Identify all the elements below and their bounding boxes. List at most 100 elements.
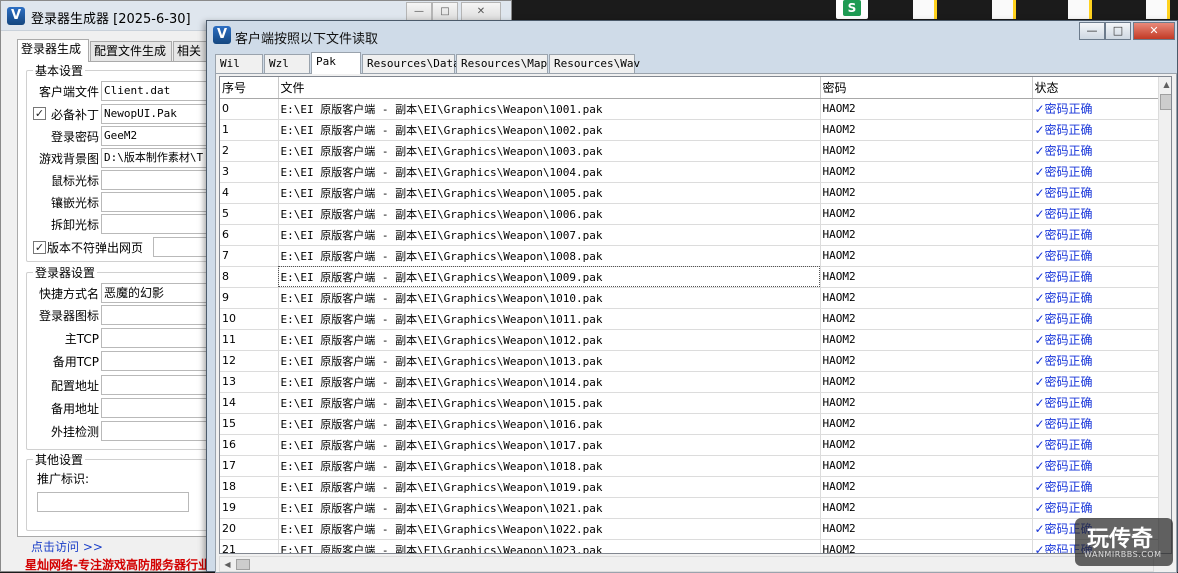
row-password-cell[interactable]: HAOM2 xyxy=(820,245,1033,267)
row-password-cell[interactable]: HAOM2 xyxy=(820,203,1033,225)
row-index-cell[interactable]: 9 xyxy=(220,287,279,309)
row-index-cell[interactable]: 16 xyxy=(220,434,279,456)
row-password-cell[interactable]: HAOM2 xyxy=(820,539,1033,553)
promo-tag-field[interactable] xyxy=(37,492,189,512)
row-password-cell[interactable]: HAOM2 xyxy=(820,455,1033,477)
table-row[interactable]: 1 E:\EI 原版客户端 - 副本\EI\Graphics\Weapon\100… xyxy=(220,119,1159,141)
table-row[interactable]: 8 E:\EI 原版客户端 - 副本\EI\Graphics\Weapon\100… xyxy=(220,266,1159,288)
row-password-cell[interactable]: HAOM2 xyxy=(820,287,1033,309)
row-index-cell[interactable]: 4 xyxy=(220,182,279,204)
row-index-cell[interactable]: 14 xyxy=(220,392,279,414)
tab-resources-wav[interactable]: Resources\Wav xyxy=(549,54,640,73)
scroll-left-arrow-icon[interactable]: ◀ xyxy=(220,557,235,572)
row-password-cell[interactable]: HAOM2 xyxy=(820,98,1033,120)
ad-banner-text[interactable]: 星灿网络-专注游戏高防服务器行业 xyxy=(25,556,210,573)
row-index-cell[interactable]: 10 xyxy=(220,308,279,330)
document-icon[interactable] xyxy=(992,0,1016,19)
row-index-cell[interactable]: 20 xyxy=(220,518,279,540)
spreadsheet-app-icon[interactable]: S xyxy=(836,0,868,19)
row-file-cell[interactable]: E:\EI 原版客户端 - 副本\EI\Graphics\Weapon\1018… xyxy=(278,455,821,477)
row-file-cell[interactable]: E:\EI 原版客户端 - 副本\EI\Graphics\Weapon\1015… xyxy=(278,392,821,414)
row-password-cell[interactable]: HAOM2 xyxy=(820,497,1033,519)
maximize-button[interactable]: □ xyxy=(1105,22,1131,40)
minimize-button[interactable]: — xyxy=(406,2,432,21)
row-status-cell[interactable]: ✓密码正确 xyxy=(1032,245,1159,267)
row-password-cell[interactable]: HAOM2 xyxy=(820,371,1033,393)
row-password-cell[interactable]: HAOM2 xyxy=(820,182,1033,204)
row-index-cell[interactable]: 15 xyxy=(220,413,279,435)
tab-pak[interactable]: Pak xyxy=(311,52,361,74)
tab-resources-map[interactable]: Resources\Map xyxy=(456,54,548,73)
row-index-cell[interactable]: 18 xyxy=(220,476,279,498)
row-file-cell[interactable]: E:\EI 原版客户端 - 副本\EI\Graphics\Weapon\1012… xyxy=(278,329,821,351)
row-status-cell[interactable]: ✓密码正确 xyxy=(1032,161,1159,183)
row-status-cell[interactable]: ✓密码正确 xyxy=(1032,287,1159,309)
row-status-cell[interactable]: ✓密码正确 xyxy=(1032,182,1159,204)
tab-launcher-generate[interactable]: 登录器生成 xyxy=(17,39,89,62)
row-status-cell[interactable]: ✓密码正确 xyxy=(1032,98,1159,120)
row-index-cell[interactable]: 17 xyxy=(220,455,279,477)
row-status-cell[interactable]: ✓密码正确 xyxy=(1032,350,1159,372)
row-file-cell[interactable]: E:\EI 原版客户端 - 副本\EI\Graphics\Weapon\1016… xyxy=(278,413,821,435)
row-index-cell[interactable]: 21 xyxy=(220,539,279,553)
row-index-cell[interactable]: 11 xyxy=(220,329,279,351)
row-file-cell[interactable]: E:\EI 原版客户端 - 副本\EI\Graphics\Weapon\1008… xyxy=(278,245,821,267)
row-index-cell[interactable]: 6 xyxy=(220,224,279,246)
row-file-cell[interactable]: E:\EI 原版客户端 - 副本\EI\Graphics\Weapon\1022… xyxy=(278,518,821,540)
column-header-password[interactable]: 密码 xyxy=(820,77,1033,99)
row-status-cell[interactable]: ✓密码正确 xyxy=(1032,266,1159,288)
row-index-cell[interactable]: 13 xyxy=(220,371,279,393)
table-row[interactable]: 10 E:\EI 原版客户端 - 副本\EI\Graphics\Weapon\10… xyxy=(220,308,1159,330)
row-password-cell[interactable]: HAOM2 xyxy=(820,392,1033,414)
row-file-cell[interactable]: E:\EI 原版客户端 - 副本\EI\Graphics\Weapon\1002… xyxy=(278,119,821,141)
row-file-cell[interactable]: E:\EI 原版客户端 - 副本\EI\Graphics\Weapon\1003… xyxy=(278,140,821,162)
row-status-cell[interactable]: ✓密码正确 xyxy=(1032,224,1159,246)
table-row[interactable]: 17 E:\EI 原版客户端 - 副本\EI\Graphics\Weapon\10… xyxy=(220,455,1159,477)
row-password-cell[interactable]: HAOM2 xyxy=(820,518,1033,540)
row-file-cell[interactable]: E:\EI 原版客户端 - 副本\EI\Graphics\Weapon\1014… xyxy=(278,371,821,393)
column-header-file[interactable]: 文件 xyxy=(278,77,821,99)
row-password-cell[interactable]: HAOM2 xyxy=(820,224,1033,246)
row-password-cell[interactable]: HAOM2 xyxy=(820,476,1033,498)
table-row[interactable]: 2 E:\EI 原版客户端 - 副本\EI\Graphics\Weapon\100… xyxy=(220,140,1159,162)
row-password-cell[interactable]: HAOM2 xyxy=(820,266,1033,288)
row-status-cell[interactable]: ✓密码正确 xyxy=(1032,203,1159,225)
tab-resources-data[interactable]: Resources\Data xyxy=(362,54,460,73)
row-file-cell[interactable]: E:\EI 原版客户端 - 副本\EI\Graphics\Weapon\1010… xyxy=(278,287,821,309)
row-password-cell[interactable]: HAOM2 xyxy=(820,308,1033,330)
row-status-cell[interactable]: ✓密码正确 xyxy=(1032,392,1159,414)
row-file-cell[interactable]: E:\EI 原版客户端 - 副本\EI\Graphics\Weapon\1007… xyxy=(278,224,821,246)
table-row[interactable]: 13 E:\EI 原版客户端 - 副本\EI\Graphics\Weapon\10… xyxy=(220,371,1159,393)
row-index-cell[interactable]: 12 xyxy=(220,350,279,372)
scroll-thumb[interactable] xyxy=(1160,94,1171,110)
patch-checkbox[interactable]: ✓ xyxy=(33,107,46,120)
table-row[interactable]: 4 E:\EI 原版客户端 - 副本\EI\Graphics\Weapon\100… xyxy=(220,182,1159,204)
document-icon[interactable] xyxy=(1068,0,1092,19)
table-row[interactable]: 11 E:\EI 原版客户端 - 副本\EI\Graphics\Weapon\10… xyxy=(220,329,1159,351)
column-header-status[interactable]: 状态 xyxy=(1032,77,1159,99)
tab-wil[interactable]: Wil xyxy=(215,54,263,73)
table-row[interactable]: 14 E:\EI 原版客户端 - 副本\EI\Graphics\Weapon\10… xyxy=(220,392,1159,414)
row-file-cell[interactable]: E:\EI 原版客户端 - 副本\EI\Graphics\Weapon\1019… xyxy=(278,476,821,498)
table-row[interactable]: 20 E:\EI 原版客户端 - 副本\EI\Graphics\Weapon\10… xyxy=(220,518,1159,540)
row-password-cell[interactable]: HAOM2 xyxy=(820,119,1033,141)
maximize-button[interactable]: □ xyxy=(432,2,458,21)
row-password-cell[interactable]: HAOM2 xyxy=(820,161,1033,183)
table-row[interactable]: 6 E:\EI 原版客户端 - 副本\EI\Graphics\Weapon\100… xyxy=(220,224,1159,246)
visit-link[interactable]: 点击访问 >> xyxy=(31,538,103,555)
table-row[interactable]: 7 E:\EI 原版客户端 - 副本\EI\Graphics\Weapon\100… xyxy=(220,245,1159,267)
table-row[interactable]: 9 E:\EI 原版客户端 - 副本\EI\Graphics\Weapon\101… xyxy=(220,287,1159,309)
table-row[interactable]: 3 E:\EI 原版客户端 - 副本\EI\Graphics\Weapon\100… xyxy=(220,161,1159,183)
horizontal-scrollbar[interactable]: ◀ xyxy=(219,556,1154,572)
row-file-cell[interactable]: E:\EI 原版客户端 - 副本\EI\Graphics\Weapon\1009… xyxy=(278,266,821,288)
document-icon[interactable] xyxy=(1146,0,1170,19)
row-file-cell[interactable]: E:\EI 原版客户端 - 副本\EI\Graphics\Weapon\1023… xyxy=(278,539,821,553)
row-file-cell[interactable]: E:\EI 原版客户端 - 副本\EI\Graphics\Weapon\1005… xyxy=(278,182,821,204)
tab-wzl[interactable]: Wzl xyxy=(264,54,310,73)
table-row[interactable]: 15 E:\EI 原版客户端 - 副本\EI\Graphics\Weapon\10… xyxy=(220,413,1159,435)
row-status-cell[interactable]: ✓密码正确 xyxy=(1032,119,1159,141)
scroll-up-arrow-icon[interactable]: ▲ xyxy=(1159,77,1171,92)
row-file-cell[interactable]: E:\EI 原版客户端 - 副本\EI\Graphics\Weapon\1021… xyxy=(278,497,821,519)
row-status-cell[interactable]: ✓密码正确 xyxy=(1032,497,1159,519)
row-file-cell[interactable]: E:\EI 原版客户端 - 副本\EI\Graphics\Weapon\1011… xyxy=(278,308,821,330)
